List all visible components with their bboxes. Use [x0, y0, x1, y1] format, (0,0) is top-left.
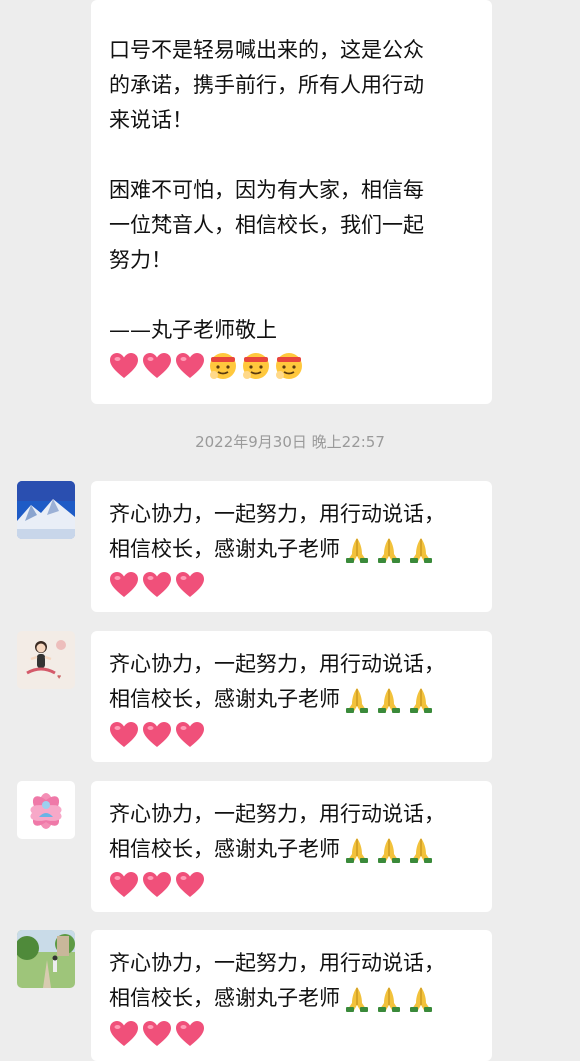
heart-icon [109, 1020, 139, 1047]
message-text-line: 相信校长，感谢丸子老师 [109, 981, 474, 1016]
message-text-line: 相信校长，感谢丸子老师 [109, 532, 474, 567]
park-walk-avatar[interactable] [17, 930, 75, 988]
svg-text:♥: ♥ [57, 674, 61, 681]
message-text-line: 相信校长，感谢丸子老师 [109, 682, 474, 717]
message-text-line: 齐心协力，一起努力，用行动说话， [109, 951, 445, 975]
message-text-line: 齐心协力，一起努力，用行动说话， [109, 802, 445, 826]
folded-hands-icon [342, 836, 372, 864]
message-bubble[interactable]: 齐心协力，一起努力，用行动说话， 相信校长，感谢丸子老师 [91, 930, 492, 1061]
cheering-face-icon [208, 350, 238, 380]
folded-hands-icon [342, 686, 372, 714]
folded-hands-icon [406, 536, 436, 564]
message-bubble[interactable]: 齐心协力，一起努力，用行动说话， 相信校长，感谢丸子老师 [91, 481, 492, 612]
snowy-mountain-avatar[interactable] [17, 481, 75, 539]
message-text-line: 口号不是轻易喊出来的，这是公众 [109, 38, 424, 62]
heart-icon [109, 721, 139, 748]
emoji-row [109, 567, 474, 602]
message-text-line: 的承诺，携手前行，所有人用行动 [109, 73, 424, 97]
heart-icon [142, 1020, 172, 1047]
cheering-face-icon [274, 350, 304, 380]
heart-icon [142, 871, 172, 898]
message-text-line: 困难不可怕，因为有大家，相信每 [109, 178, 424, 202]
message-bubble[interactable]: 齐心协力，一起努力，用行动说话， 相信校长，感谢丸子老师 [91, 631, 492, 762]
heart-icon [142, 352, 172, 379]
heart-icon [175, 352, 205, 379]
message-text-line: 相信校长，感谢丸子老师 [109, 832, 474, 867]
lotus-meditation-avatar[interactable] [17, 781, 75, 839]
heart-icon [142, 571, 172, 598]
message-text-line: 一位梵音人，相信校长，我们一起 [109, 213, 424, 237]
folded-hands-icon [406, 836, 436, 864]
heart-icon [109, 871, 139, 898]
heart-icon [175, 1020, 205, 1047]
heart-icon [109, 571, 139, 598]
message-bubble[interactable]: 口号不是轻易喊出来的，这是公众 的承诺，携手前行，所有人用行动 来说话！ 困难不… [91, 0, 492, 404]
folded-hands-icon [342, 985, 372, 1013]
timestamp: 2022年9月30日 晚上22:57 [195, 433, 385, 451]
yoga-girl-avatar[interactable]: ♥ [17, 631, 75, 689]
heart-icon [109, 352, 139, 379]
folded-hands-icon [342, 536, 372, 564]
emoji-row [109, 867, 474, 902]
message-signature: ——丸子老师敬上 [109, 318, 277, 342]
chat-view: 口号不是轻易喊出来的，这是公众 的承诺，携手前行，所有人用行动 来说话！ 困难不… [0, 0, 580, 1061]
folded-hands-icon [374, 536, 404, 564]
message-text-line: 努力！ [109, 248, 172, 272]
heart-icon [175, 871, 205, 898]
heart-icon [142, 721, 172, 748]
message-text-line: 来说话！ [109, 108, 193, 132]
folded-hands-icon [374, 836, 404, 864]
cheering-face-icon [241, 350, 271, 380]
emoji-row [109, 717, 474, 752]
folded-hands-icon [406, 686, 436, 714]
folded-hands-icon [406, 985, 436, 1013]
emoji-row [109, 348, 474, 383]
heart-icon [175, 721, 205, 748]
emoji-row [109, 1016, 474, 1051]
heart-icon [175, 571, 205, 598]
folded-hands-icon [374, 985, 404, 1013]
message-text-line: 齐心协力，一起努力，用行动说话， [109, 502, 445, 526]
message-bubble[interactable]: 齐心协力，一起努力，用行动说话， 相信校长，感谢丸子老师 [91, 781, 492, 912]
folded-hands-icon [374, 686, 404, 714]
message-text-line: 齐心协力，一起努力，用行动说话， [109, 652, 445, 676]
